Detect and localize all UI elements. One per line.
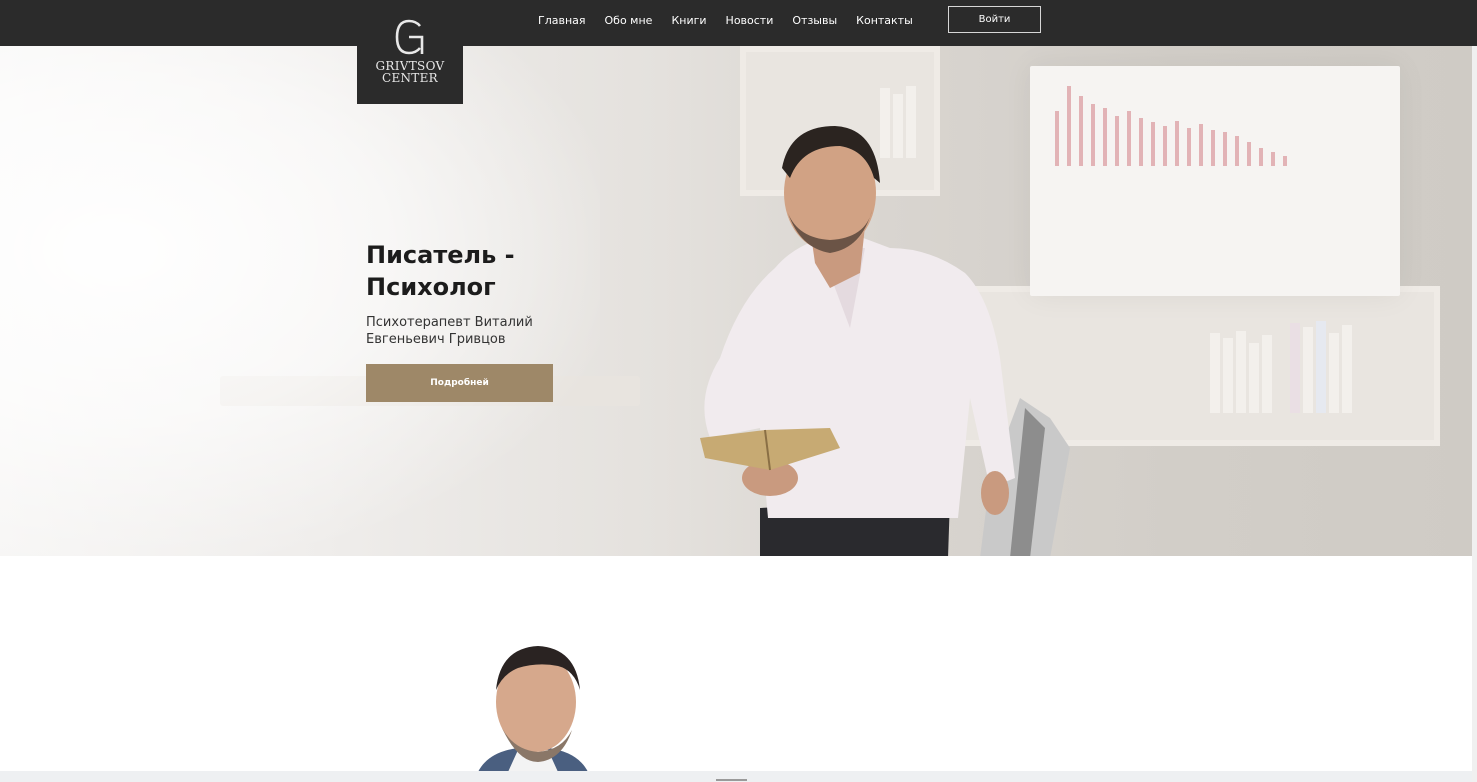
- nav-item-news[interactable]: Новости: [726, 14, 774, 27]
- hero-title-line2: Психолог: [366, 273, 496, 301]
- books: [1210, 331, 1272, 413]
- hero-title: Писатель - Психолог: [366, 239, 515, 303]
- books: [1290, 321, 1352, 413]
- hero-section: Писатель - Психолог Психотерапевт Витали…: [0, 46, 1472, 556]
- logo[interactable]: GRIVTSOV CENTER: [357, 0, 463, 104]
- nav-item-reviews[interactable]: Отзывы: [792, 14, 837, 27]
- hero-subtitle-line1: Психотерапевт Виталий: [366, 315, 533, 330]
- scroll-handle[interactable]: [716, 779, 747, 781]
- hero-person-image: [700, 126, 1070, 556]
- page-scrollbar[interactable]: [1472, 0, 1477, 782]
- hero-subtitle: Психотерапевт Виталий Евгеньевич Гривцов: [366, 314, 566, 348]
- main-nav: Главная Обо мне Книги Новости Отзывы Кон…: [538, 0, 932, 40]
- nav-item-contacts[interactable]: Контакты: [856, 14, 913, 27]
- logo-text: GRIVTSOV CENTER: [376, 60, 445, 84]
- hero-subtitle-line2: Евгеньевич Гривцов: [366, 332, 506, 347]
- login-button[interactable]: Войти: [948, 6, 1041, 33]
- top-navigation-bar: Главная Обо мне Книги Новости Отзывы Кон…: [0, 0, 1477, 46]
- logo-line2: CENTER: [381, 71, 439, 85]
- hero-title-line1: Писатель -: [366, 241, 515, 269]
- page: Писатель - Психолог Психотерапевт Витали…: [0, 0, 1477, 782]
- more-button[interactable]: Подробней: [366, 364, 553, 402]
- nav-item-about[interactable]: Обо мне: [605, 14, 653, 27]
- nav-item-home[interactable]: Главная: [538, 14, 586, 27]
- nav-item-books[interactable]: Книги: [671, 14, 706, 27]
- logo-mark-icon: [395, 19, 424, 55]
- author-portrait: [478, 646, 588, 772]
